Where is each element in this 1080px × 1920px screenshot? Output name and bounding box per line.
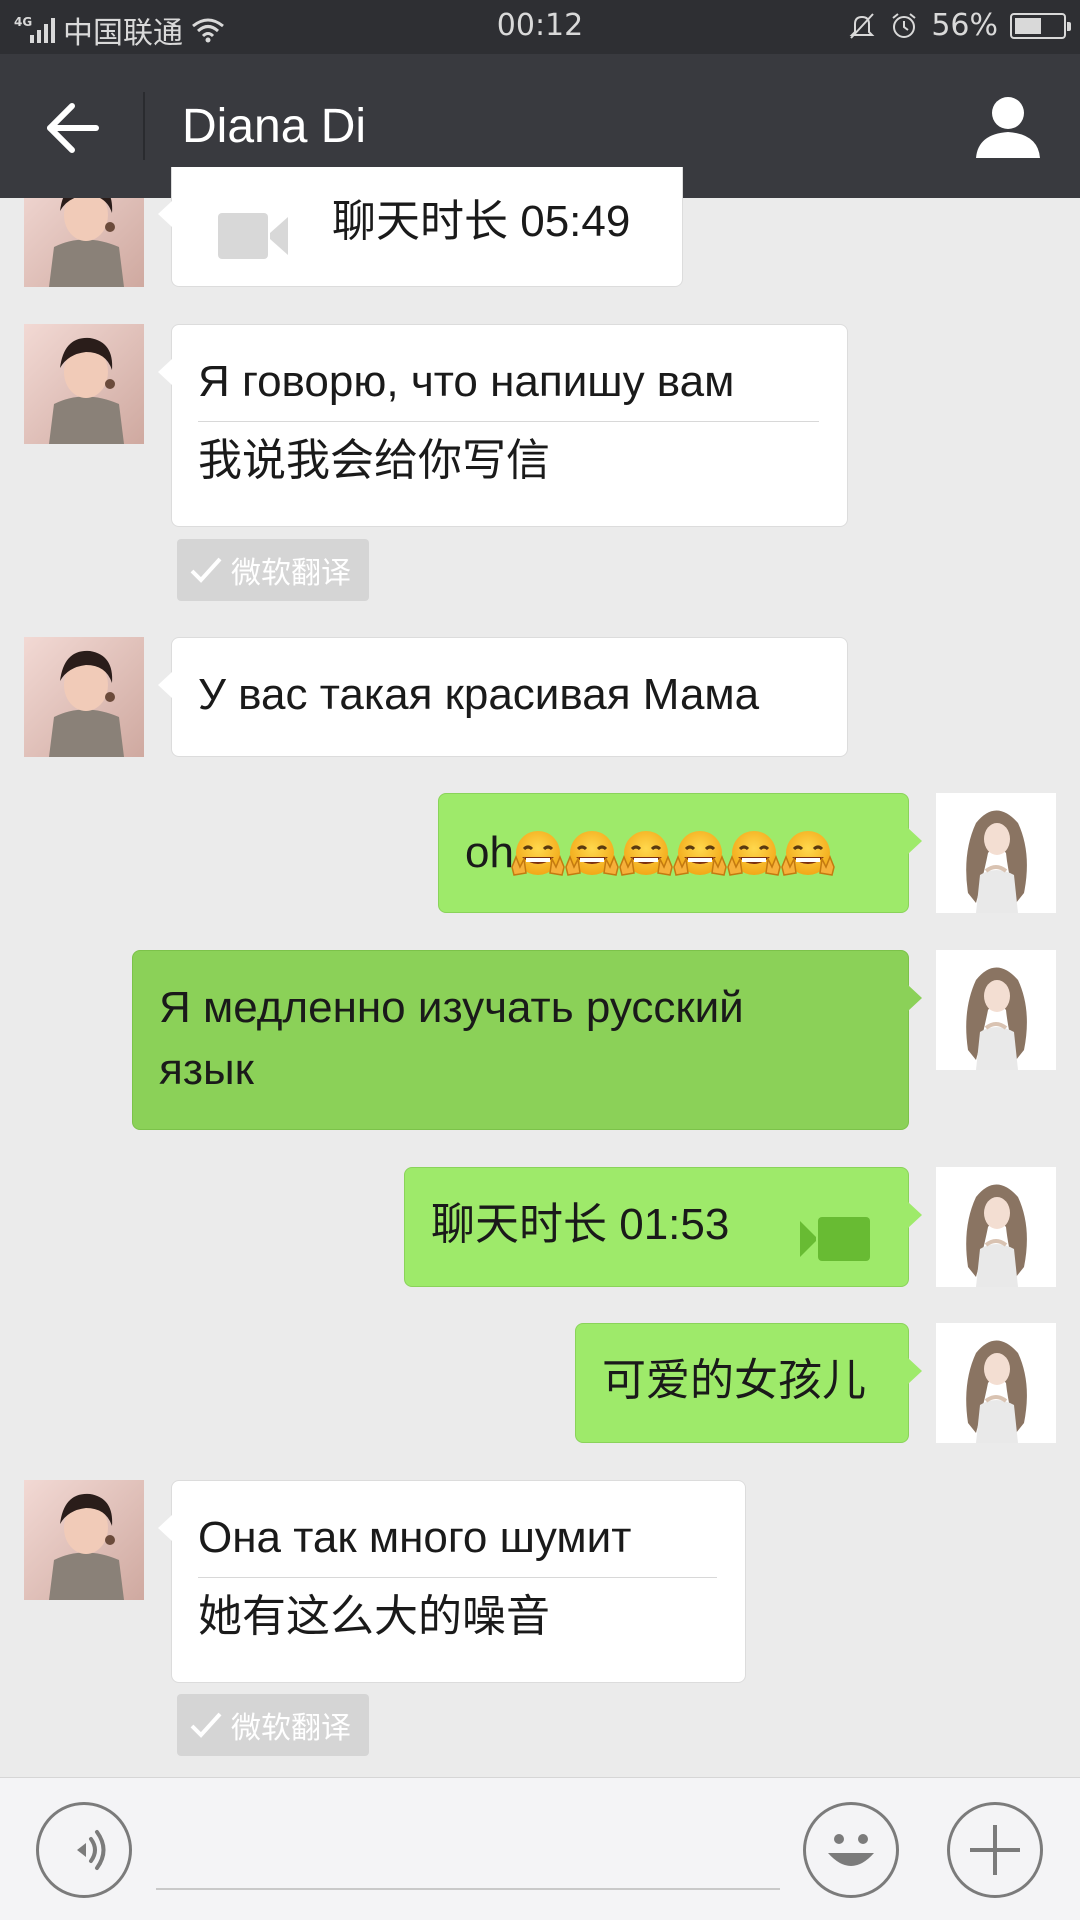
alarm-icon (892, 12, 916, 38)
message-bubble-outgoing[interactable]: 可爱的女孩儿 (575, 1323, 922, 1443)
translation-badge-label: 微软翻译 (231, 1711, 351, 1746)
my-avatar[interactable] (936, 950, 1056, 1070)
grinning-peace-emoji-icon (781, 831, 835, 877)
my-avatar[interactable] (936, 793, 1056, 913)
header-divider (143, 92, 145, 160)
message-bubble-outgoing[interactable]: Я медленно изучать русский язык (132, 950, 922, 1130)
mute-bell-icon (849, 12, 875, 39)
grinning-peace-emoji-icon (673, 831, 727, 877)
message-text: Я медленно изучать русский язык (159, 983, 744, 1095)
back-arrow-icon[interactable] (44, 100, 100, 156)
message-translation: 我说我会给你写信 (198, 435, 550, 485)
translation-badge[interactable]: 微软翻译 (177, 539, 369, 601)
message-bubble-incoming[interactable]: Я говорю, что напишу вам 我说我会给你写信 (158, 324, 848, 527)
my-avatar[interactable] (936, 1323, 1056, 1443)
message-translation: 她有这么大的噪音 (198, 1591, 550, 1641)
battery-percent: 56% (931, 8, 998, 43)
contact-avatar[interactable] (24, 324, 144, 444)
voice-icon (77, 1830, 106, 1870)
message-text: 可爱的女孩儿 (602, 1356, 866, 1405)
contact-profile-icon[interactable] (974, 94, 1042, 158)
battery-icon (1010, 12, 1071, 39)
checkmark-icon (190, 557, 222, 583)
message-bubble-outgoing[interactable]: oh (438, 793, 922, 913)
plus-icon (970, 1825, 1020, 1875)
message-text: Она так много шумит (198, 1513, 632, 1562)
grinning-peace-emoji-icon (511, 831, 565, 877)
grinning-peace-emoji-icon (565, 831, 619, 877)
emoji-group (511, 828, 838, 877)
message-input[interactable] (156, 1814, 780, 1890)
more-options-button[interactable] (947, 1802, 1043, 1898)
emoji-face-icon (828, 1834, 874, 1866)
contact-avatar[interactable] (24, 637, 144, 757)
call-duration: 聊天时长 05:49 (332, 197, 631, 246)
video-call-icon (800, 1206, 870, 1268)
translation-badge-label: 微软翻译 (231, 556, 351, 591)
checkmark-icon (190, 1712, 222, 1738)
grinning-peace-emoji-icon (727, 831, 781, 877)
contact-name: Diana Di (182, 100, 367, 153)
translation-badge[interactable]: 微软翻译 (177, 1694, 369, 1756)
status-right: 56% (847, 8, 1071, 43)
grinning-peace-emoji-icon (619, 831, 673, 877)
input-bar (0, 1777, 1080, 1920)
voice-input-button[interactable] (36, 1802, 132, 1898)
video-call-icon (218, 203, 288, 265)
message-bubble-incoming[interactable]: У вас такая красивая Мама (158, 637, 848, 757)
translation-divider (198, 1576, 717, 1578)
my-avatar[interactable] (936, 1167, 1056, 1287)
message-bubble-incoming[interactable]: Она так много шумит 她有这么大的噪音 (158, 1480, 746, 1683)
message-bubble-incoming[interactable]: 聊天时长 05:49 (158, 167, 683, 287)
message-bubble-outgoing[interactable]: 聊天时长 01:53 (404, 1167, 922, 1287)
call-duration: 聊天时长 01:53 (431, 1200, 730, 1249)
translation-divider (198, 420, 819, 422)
status-bar: 4G 中国联通 00:12 56% (0, 0, 1080, 54)
message-text: Я говорю, что напишу вам (198, 357, 735, 406)
message-text: У вас такая красивая Мама (198, 670, 760, 719)
message-content: oh (439, 794, 908, 884)
message-text: oh (465, 828, 514, 877)
emoji-button[interactable] (803, 1802, 899, 1898)
contact-avatar[interactable] (24, 1480, 144, 1600)
